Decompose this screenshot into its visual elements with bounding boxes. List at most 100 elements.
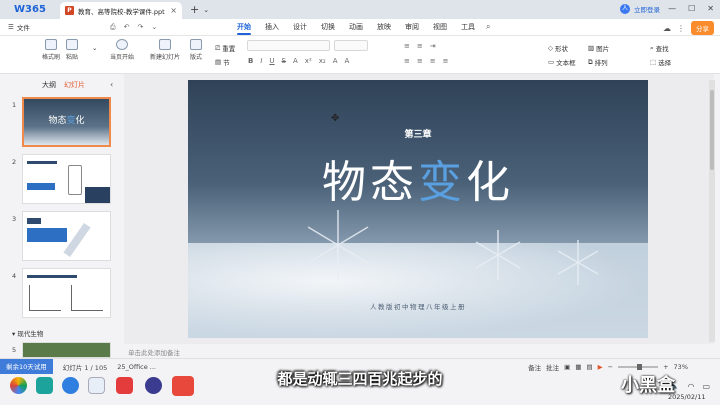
- from-current-button[interactable]: 当页开始: [110, 39, 134, 61]
- align-center-button[interactable]: ≡: [417, 57, 423, 65]
- slide-chapter: 第三章: [404, 130, 432, 140]
- title-bar: W365 P 教育、高等院校-教学课件.ppt × + ⌄ 人 立即登录 — ☐…: [0, 0, 720, 19]
- slide-thumbnail-5[interactable]: [22, 342, 111, 358]
- select-button[interactable]: ⬚ 选择: [650, 57, 671, 67]
- save-icon[interactable]: ⎙: [110, 23, 116, 32]
- document-tab[interactable]: P 教育、高等院校-教学课件.ppt ×: [60, 2, 182, 19]
- thumb-apparatus: [68, 165, 82, 195]
- superscript-button[interactable]: x²: [305, 57, 312, 65]
- slide-thumbnail-3[interactable]: [22, 211, 111, 261]
- tab-list-button[interactable]: ⌄: [203, 6, 209, 14]
- tab-slideshow[interactable]: 放映: [370, 19, 398, 36]
- paste-button[interactable]: 粘贴: [66, 39, 78, 61]
- strikethrough-button[interactable]: S: [282, 57, 286, 65]
- tab-insert[interactable]: 插入: [258, 19, 286, 36]
- current-slide[interactable]: 第三章 物态变化 人教版初中物理八年级上册: [188, 80, 648, 338]
- arrange-icon: ⧉: [588, 57, 593, 66]
- find-button[interactable]: ⌕ 查找: [650, 43, 669, 54]
- tab-transition[interactable]: 切换: [314, 19, 342, 36]
- select-icon: ⬚: [650, 58, 657, 66]
- layout-button[interactable]: 版式: [190, 39, 202, 61]
- new-slide-button[interactable]: 新建幻灯片: [150, 39, 180, 61]
- close-window-icon[interactable]: ✕: [707, 4, 714, 13]
- justify-button[interactable]: ≡: [443, 57, 449, 65]
- paste-label: 粘贴: [66, 54, 79, 61]
- new-slide-label: 新建幻灯片: [150, 54, 181, 61]
- picture-icon: ▨: [588, 44, 595, 52]
- underline-button[interactable]: U: [269, 57, 274, 65]
- font-size-select[interactable]: [334, 40, 368, 51]
- new-slide-icon: [159, 39, 171, 50]
- tab-outline[interactable]: 大纲: [42, 80, 56, 90]
- maximize-icon[interactable]: ☐: [688, 4, 695, 13]
- search-icon[interactable]: ⌕: [486, 22, 490, 32]
- arrange-button[interactable]: ⧉ 排列: [588, 57, 608, 68]
- textbox-button[interactable]: ▭ 文本框: [548, 57, 576, 67]
- wifi-icon[interactable]: ◠: [687, 382, 694, 391]
- italic-button[interactable]: I: [260, 57, 262, 65]
- section-label: 节: [223, 59, 230, 67]
- cut-copy-dropdown[interactable]: ⌄: [92, 44, 97, 52]
- text-effect-button[interactable]: A: [345, 57, 350, 65]
- title-part-a: 物态: [322, 157, 418, 208]
- tab-view[interactable]: 视图: [426, 19, 454, 36]
- thumb-line: [27, 218, 41, 224]
- highlight-button[interactable]: A: [333, 57, 338, 65]
- align-right-button[interactable]: ≡: [430, 57, 436, 65]
- undo-icon[interactable]: ↶: [124, 23, 130, 32]
- picture-button[interactable]: ▨ 图片: [588, 43, 609, 53]
- notes-placeholder[interactable]: 单击此处添加备注: [128, 347, 180, 357]
- app-logo[interactable]: W365: [0, 4, 60, 15]
- format-brush-button[interactable]: 格式刷: [42, 39, 60, 61]
- cloud-icon[interactable]: ☁: [663, 24, 671, 33]
- thumb-panel: [85, 187, 110, 203]
- mouse-cursor-icon: ✥: [331, 113, 340, 124]
- file-menu[interactable]: ☰ 文件: [0, 22, 110, 32]
- tab-tools[interactable]: 工具: [454, 19, 482, 36]
- bold-button[interactable]: B: [248, 57, 253, 65]
- scrollbar-thumb[interactable]: [710, 90, 714, 170]
- vertical-scrollbar[interactable]: [709, 80, 715, 342]
- reset-icon: ⎚: [215, 43, 221, 52]
- font-family-select[interactable]: [247, 40, 330, 51]
- align-left-button[interactable]: ≡: [404, 57, 410, 65]
- subscript-button[interactable]: x₂: [319, 57, 326, 65]
- select-label: 选择: [658, 59, 672, 67]
- redo-icon[interactable]: ↷: [137, 23, 143, 32]
- more-icon[interactable]: ⋮: [677, 24, 685, 33]
- close-tab-icon[interactable]: ×: [170, 6, 177, 15]
- slide-thumbnail-2[interactable]: [22, 154, 111, 204]
- tab-animation[interactable]: 动画: [342, 19, 370, 36]
- slide-number: 1: [12, 101, 17, 109]
- bullets-button[interactable]: ≡: [404, 42, 410, 50]
- font-color-button[interactable]: A: [293, 57, 298, 65]
- from-current-label: 当页开始: [110, 54, 135, 61]
- section-button[interactable]: ▤ 节: [215, 57, 230, 67]
- shape-button[interactable]: ◇ 形状: [548, 43, 568, 53]
- tab-review[interactable]: 审阅: [398, 19, 426, 36]
- font-format-buttons: B I U S A x² x₂ A A: [248, 57, 349, 65]
- login-label: 立即登录: [634, 6, 660, 14]
- reset-button[interactable]: ⎚ 重置: [215, 43, 235, 54]
- indent-button[interactable]: ⇥: [430, 42, 436, 50]
- paste-icon: [66, 39, 78, 50]
- numbering-button[interactable]: ≡: [417, 42, 423, 50]
- tab-home[interactable]: 开始: [230, 19, 258, 36]
- share-button[interactable]: 分享: [691, 21, 714, 35]
- login-button[interactable]: 人 立即登录: [620, 4, 660, 14]
- slide-thumbnail-1[interactable]: 物态变化: [22, 97, 111, 147]
- section-header[interactable]: ▾ 现代生物: [12, 328, 43, 338]
- title-part-highlight: 变: [418, 157, 466, 208]
- quick-more-icon[interactable]: ⌄: [151, 23, 157, 32]
- collapse-pane-icon[interactable]: ‹: [110, 80, 113, 89]
- minimize-icon[interactable]: —: [668, 4, 676, 13]
- thumb-graph-1: [29, 285, 61, 311]
- tab-slides[interactable]: 幻灯片: [64, 80, 85, 90]
- layout-icon: [190, 39, 202, 50]
- thumb-block: [27, 183, 55, 190]
- format-brush-label: 格式刷: [42, 54, 61, 61]
- tab-design[interactable]: 设计: [286, 19, 314, 36]
- slide-thumbnail-4[interactable]: [22, 268, 111, 318]
- new-tab-button[interactable]: +: [190, 3, 199, 16]
- battery-icon[interactable]: ▭: [702, 382, 710, 391]
